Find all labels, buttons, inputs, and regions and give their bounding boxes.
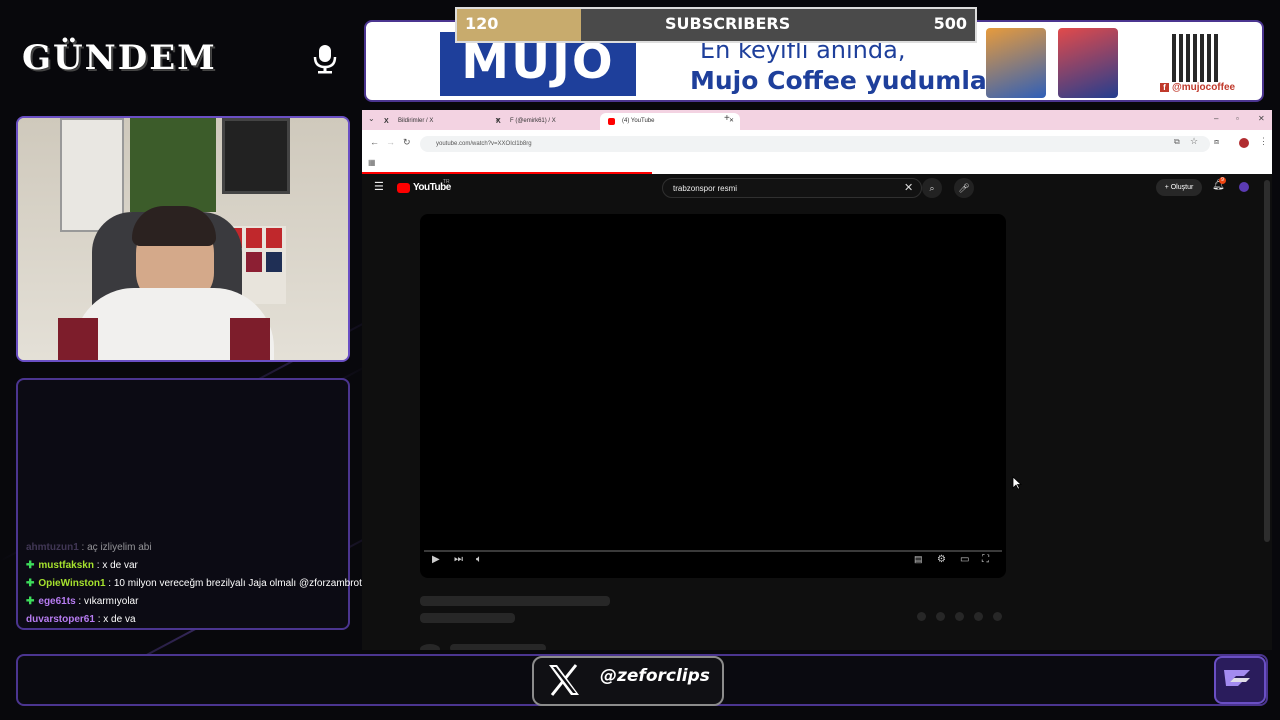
chat-message: ✚ OpieWinston1 : 10 milyon vereceğm brezi… <box>26 578 371 589</box>
subscriber-badge-icon: ✚ <box>26 596 35 607</box>
chat-message: ahmtuzun1 : aç izliyelim abi <box>26 542 152 553</box>
play-icon[interactable]: ▶ <box>432 554 440 565</box>
chat-message: ✚ ege61ts : vıkarmıyolar <box>26 596 139 607</box>
mouse-cursor-icon <box>1012 476 1022 490</box>
url-input[interactable]: youtube.com/watch?v=XXOIcl1b8rg <box>420 136 1210 152</box>
bookmark-star-icon[interactable]: ☆ <box>1190 136 1198 147</box>
reload-button[interactable]: ↻ <box>403 137 411 148</box>
microphone-icon <box>313 45 337 74</box>
subscriber-count: 120 <box>465 14 499 33</box>
channel-avatar-skeleton <box>420 644 440 650</box>
browser-menu-icon[interactable]: ⋮ <box>1259 136 1268 147</box>
notification-count-badge: 9 <box>1219 177 1226 184</box>
x-icon: X <box>496 118 501 125</box>
youtube-search-input[interactable]: trabzonspor resmi <box>662 178 922 198</box>
chat-panel: ahmtuzun1 : aç izliyelim abi ✚ mustfakskn… <box>16 378 370 630</box>
theater-mode-icon[interactable]: ▭ <box>960 554 969 565</box>
title-skeleton <box>420 596 610 606</box>
tab-bar: ⌄ XBildirimler / X✕ XF (@emirk61) / X✕ (… <box>362 110 1272 130</box>
channel-logo: GÜNDEM <box>22 38 217 78</box>
back-button[interactable]: ← <box>370 137 379 147</box>
action-skeleton <box>955 612 964 621</box>
new-tab-button[interactable]: + <box>724 113 730 124</box>
profile-avatar[interactable] <box>1239 138 1249 148</box>
facebook-handle: f @mujocoffee <box>1160 82 1235 93</box>
facebook-icon: f <box>1160 83 1169 92</box>
subtitle-skeleton <box>420 613 515 623</box>
subscriber-badge-icon: ✚ <box>26 560 35 571</box>
subscriber-badge-icon: ✚ <box>26 578 35 589</box>
subscriber-goal-bar: 120 SUBSCRIBERS 500 <box>455 7 977 43</box>
channel-brand-icon <box>1214 656 1266 704</box>
voice-search-icon[interactable]: 🎤︎ <box>954 178 974 198</box>
action-skeleton <box>917 612 926 621</box>
region-code: TR <box>443 179 450 185</box>
search-icon[interactable]: ⌕ <box>922 178 942 198</box>
action-skeleton <box>974 612 983 621</box>
ad-tagline-2: Mujo Coffee yudumla! <box>690 66 999 95</box>
qr-code <box>1172 34 1220 82</box>
minimize-button[interactable]: – <box>1214 114 1218 123</box>
subscriber-goal: 500 <box>933 14 967 33</box>
plus-icon: + <box>1164 184 1169 191</box>
video-player[interactable] <box>420 214 1006 578</box>
youtube-icon <box>608 118 615 125</box>
fullscreen-icon[interactable]: ⛶ <box>982 554 989 565</box>
webcam-feed <box>16 116 350 362</box>
youtube-header: ☰ YouTube TR trabzonspor resmi ✕ ⌕ 🎤︎ + … <box>362 174 1272 202</box>
browser-window: ⌄ XBildirimler / X✕ XF (@emirk61) / X✕ (… <box>362 110 1272 650</box>
clear-search-icon[interactable]: ✕ <box>904 181 913 194</box>
x-icon: X <box>384 118 389 125</box>
subtitles-icon[interactable]: ▤ <box>914 554 923 565</box>
social-handle-text: @zeforclips <box>600 666 710 686</box>
tab-notifications[interactable]: X Bildirimler / X ✕ <box>376 113 506 130</box>
subscriber-label: SUBSCRIBERS <box>665 14 791 33</box>
youtube-logo-icon[interactable] <box>397 183 410 193</box>
volume-icon[interactable]: 🔈︎ <box>476 554 482 565</box>
tab-list-icon[interactable]: ⌄ <box>368 114 375 123</box>
page-scrollbar[interactable] <box>1264 180 1270 542</box>
x-logo-icon <box>549 664 579 696</box>
coffee-bag-image <box>1058 28 1118 98</box>
create-button[interactable]: + Oluştur <box>1156 179 1202 196</box>
settings-gear-icon[interactable]: ⚙ <box>937 554 946 565</box>
forward-button[interactable]: → <box>386 137 395 147</box>
action-skeleton <box>936 612 945 621</box>
address-bar-area: ← → ↻ youtube.com/watch?v=XXOIcl1b8rg ⧉ … <box>362 130 1272 174</box>
action-skeleton <box>993 612 1002 621</box>
channel-name-skeleton <box>450 644 546 650</box>
chat-message: duvarstoper61 : x de va <box>26 614 136 625</box>
tab-youtube[interactable]: (4) YouTube ✕ <box>600 113 740 130</box>
account-avatar[interactable] <box>1239 182 1249 192</box>
coffee-bag-image <box>986 28 1046 98</box>
apps-grid-icon[interactable]: ▦ <box>368 158 376 167</box>
tab-profile[interactable]: XF (@emirk61) / X✕ <box>488 113 618 130</box>
maximize-button[interactable]: ▫ <box>1236 114 1239 123</box>
close-window-button[interactable]: ✕ <box>1258 114 1265 123</box>
hamburger-menu-icon[interactable]: ☰ <box>374 180 384 193</box>
next-icon[interactable]: ⏭ <box>454 554 463 565</box>
video-progress-bar[interactable] <box>424 550 1002 552</box>
install-icon[interactable]: ⧉ <box>1174 137 1180 147</box>
extensions-icon[interactable]: ⧈ <box>1214 137 1219 147</box>
chat-message: ✚ mustfakskn : x de var <box>26 560 138 571</box>
